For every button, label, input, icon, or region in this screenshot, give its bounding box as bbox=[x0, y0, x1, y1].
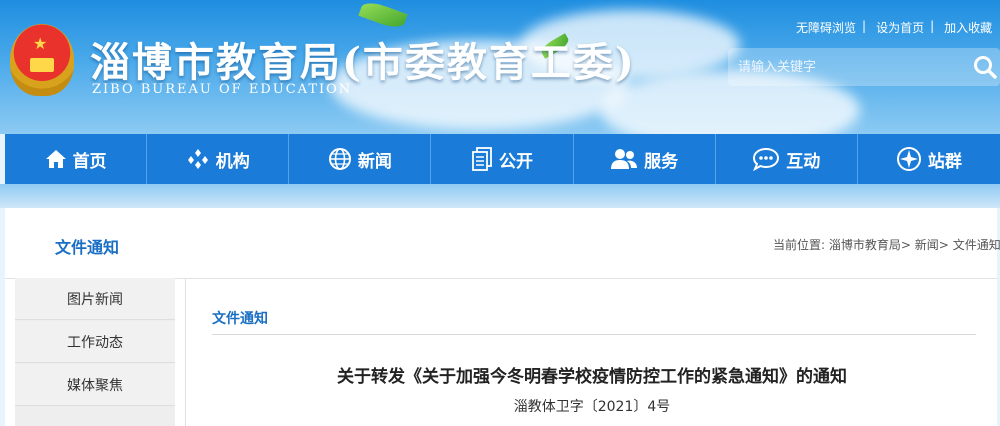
article-title: 关于转发《关于加强今冬明春学校疫情防控工作的紧急通知》的通知 bbox=[337, 367, 847, 387]
national-emblem-icon: ★ bbox=[10, 24, 74, 96]
article-panel: 文件通知 关于转发《关于加强今冬明春学校疫情防控工作的紧急通知》的通知 淄教体卫… bbox=[185, 278, 997, 426]
nav-item-home[interactable]: 首页 bbox=[5, 134, 148, 184]
sidebar: 图片新闻 工作动态 媒体聚焦 bbox=[15, 278, 175, 426]
nav-item-service[interactable]: 服务 bbox=[574, 134, 716, 184]
nav-item-sites[interactable]: 站群 bbox=[858, 134, 1000, 184]
sidebar-item-photo-news[interactable]: 图片新闻 bbox=[15, 278, 175, 320]
breadcrumb-separator: > bbox=[900, 238, 911, 252]
chat-icon bbox=[753, 147, 780, 171]
breadcrumb: 当前位置: 淄博市教育局> 新闻> 文件通知 bbox=[773, 236, 1000, 253]
nav-label: 服务 bbox=[644, 151, 679, 172]
search-box bbox=[728, 48, 1000, 86]
breadcrumb-link-news[interactable]: 新闻 bbox=[915, 238, 939, 252]
nav-item-interact[interactable]: 互动 bbox=[716, 134, 858, 184]
article-category: 文件通知 bbox=[212, 311, 268, 327]
site-header: ★ 淄博市教育局(市委教育工委) ZIBO BUREAU OF EDUCATIO… bbox=[0, 0, 1000, 134]
nav-item-news[interactable]: 新闻 bbox=[289, 134, 432, 184]
org-icon bbox=[187, 149, 208, 169]
site-subtitle: ZIBO BUREAU OF EDUCATION bbox=[92, 82, 353, 97]
nav-label: 首页 bbox=[72, 151, 107, 172]
breadcrumb-link-home[interactable]: 淄博市教育局 bbox=[829, 238, 901, 252]
sidebar-item-media-focus[interactable]: 媒体聚焦 bbox=[15, 364, 175, 406]
link-separator: | bbox=[930, 19, 935, 33]
nav-label: 新闻 bbox=[357, 151, 392, 172]
nav-label: 机构 bbox=[215, 151, 250, 172]
nav-label: 公开 bbox=[498, 151, 533, 172]
section-title: 文件通知 bbox=[55, 238, 120, 257]
home-icon bbox=[45, 150, 66, 168]
site-title: 淄博市教育局(市委教育工委) bbox=[90, 39, 636, 86]
nav-label: 站群 bbox=[927, 151, 962, 172]
search-input[interactable] bbox=[728, 48, 968, 86]
globe-icon bbox=[328, 148, 351, 170]
decorative-band bbox=[0, 184, 1000, 208]
main-nav: 首页 机构 新闻 公开 服务 互动 站群 bbox=[5, 134, 1000, 184]
divider bbox=[212, 334, 976, 335]
content-area: 文件通知 当前位置: 淄博市教育局> 新闻> 文件通知 图片新闻 工作动态 媒体… bbox=[5, 208, 1000, 426]
breadcrumb-link-notices[interactable]: 文件通知 bbox=[953, 238, 1000, 252]
nav-item-public[interactable]: 公开 bbox=[431, 134, 574, 184]
link-separator: | bbox=[862, 19, 867, 33]
leaf-decoration bbox=[358, 0, 408, 32]
nav-label: 互动 bbox=[786, 151, 821, 172]
compass-icon bbox=[896, 147, 921, 171]
set-homepage-link[interactable]: 设为首页 bbox=[876, 19, 924, 36]
top-links: 无障碍浏览 | 设为首页 | 加入收藏 bbox=[796, 19, 998, 36]
document-icon bbox=[472, 147, 492, 171]
sidebar-item-work-updates[interactable]: 工作动态 bbox=[15, 321, 175, 363]
search-icon[interactable] bbox=[972, 54, 998, 80]
users-icon bbox=[611, 149, 638, 169]
document-number: 淄教体卫字〔2021〕4号 bbox=[513, 399, 671, 415]
breadcrumb-prefix: 当前位置: bbox=[773, 238, 826, 252]
nav-item-org[interactable]: 机构 bbox=[147, 134, 290, 184]
add-favorite-link[interactable]: 加入收藏 bbox=[944, 19, 992, 36]
accessibility-link[interactable]: 无障碍浏览 bbox=[796, 19, 856, 36]
breadcrumb-separator: > bbox=[938, 238, 949, 252]
